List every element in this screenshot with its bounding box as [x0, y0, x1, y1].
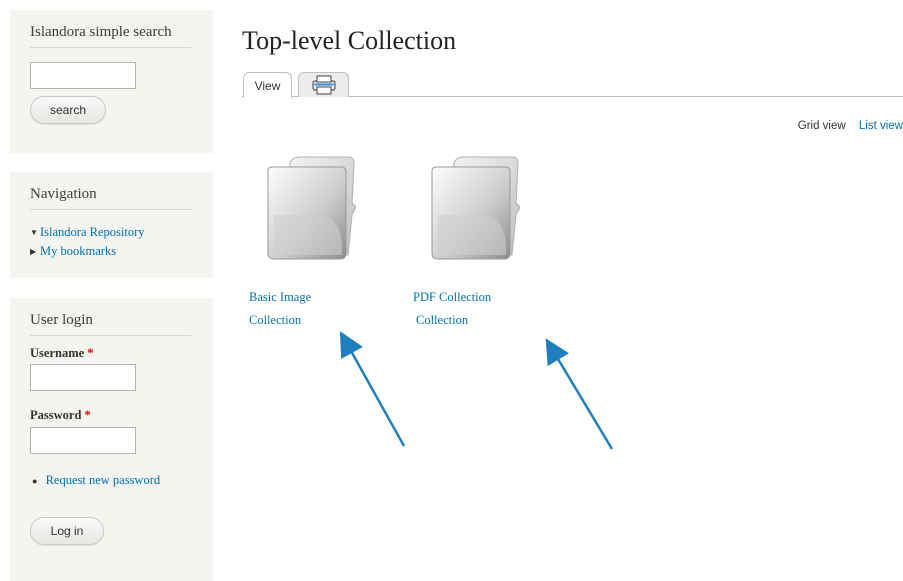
page-title: Top-level Collection: [242, 26, 457, 55]
search-block-title: Islandora simple search: [30, 24, 191, 48]
folder-icon: [431, 156, 521, 260]
request-password-link[interactable]: Request new password: [46, 473, 161, 487]
print-icon: [311, 75, 336, 95]
nav-item-label[interactable]: My bookmarks: [40, 244, 116, 259]
required-marker: *: [87, 346, 94, 360]
arrow-2: [545, 338, 614, 450]
request-password-item: ● Request new password: [32, 473, 160, 488]
username-field[interactable]: [30, 364, 136, 391]
password-label: Password *: [30, 408, 91, 422]
required-marker: *: [84, 408, 91, 422]
object-pdf-collection[interactable]: [424, 155, 521, 263]
navigation-block-title: Navigation: [30, 186, 191, 210]
arrow-1: [339, 331, 406, 447]
object-pdf-collection-label[interactable]: PDF Collection Collection: [413, 286, 491, 332]
user-login-title: User login: [30, 312, 191, 336]
caret-down-icon: ▼: [30, 228, 38, 237]
login-button[interactable]: Log in: [30, 517, 104, 545]
object-basic-image[interactable]: [260, 155, 357, 263]
nav-item-my-bookmarks[interactable]: ▶ My bookmarks: [30, 244, 116, 259]
tab-print[interactable]: [298, 72, 349, 97]
password-field[interactable]: [30, 427, 136, 454]
nav-item-label[interactable]: Islandora Repository: [40, 225, 145, 240]
nav-item-islandora-repository[interactable]: ▼ Islandora Repository: [30, 225, 145, 240]
list-view-link[interactable]: List view: [859, 120, 903, 132]
folder-icon: [267, 156, 357, 260]
grid-view-label: Grid view: [797, 120, 846, 132]
object-basic-image-label[interactable]: Basic Image Collection: [249, 286, 311, 332]
caret-right-icon: ▶: [30, 247, 37, 256]
bullet-icon: ●: [32, 476, 38, 486]
search-input[interactable]: [30, 62, 136, 89]
view-switch: Grid view List view: [788, 120, 903, 132]
username-label: Username *: [30, 346, 94, 360]
search-button[interactable]: search: [30, 96, 106, 124]
tab-view[interactable]: View: [243, 72, 292, 98]
